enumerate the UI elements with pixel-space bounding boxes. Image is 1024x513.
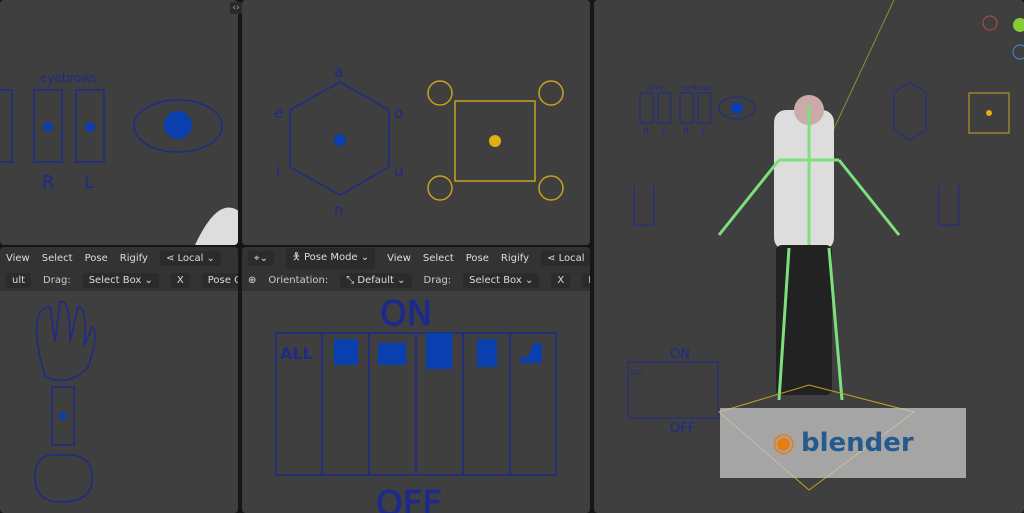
svg-text:e: e — [274, 104, 283, 122]
hand-controls-drawing — [34, 300, 96, 503]
svg-text:blink: blink — [647, 84, 665, 92]
mode-dropdown[interactable]: 🯅 Pose Mode ⌄ — [286, 247, 376, 269]
svg-text:a: a — [334, 63, 343, 81]
viewport-top-middle[interactable]: a e o i u n — [242, 0, 590, 245]
svg-text:R: R — [643, 127, 649, 137]
menu-view[interactable]: View — [387, 253, 411, 264]
mouth-controls-drawing: a e o i u n — [274, 63, 564, 219]
editor-type-button[interactable]: ⌖⌄ — [248, 250, 275, 266]
eyebrows-label: eyebrows — [40, 71, 98, 85]
svg-text:o: o — [394, 104, 403, 122]
l-label: L — [84, 172, 94, 193]
svg-text:OFF: OFF — [670, 421, 695, 436]
all-label: ALL — [280, 344, 313, 363]
viewport-bottom-middle[interactable]: ON ALL OFF ⌖⌄ 🯅 Pose Mode ⌄ View Select … — [242, 247, 590, 513]
svg-text:i: i — [276, 162, 280, 180]
menu-rigify[interactable]: Rigify — [501, 253, 529, 264]
collapse-arrow-icon[interactable]: ‹› — [230, 2, 242, 14]
drag-label: Drag: — [423, 274, 452, 286]
on-label: ON — [380, 294, 432, 334]
svg-text:L: L — [661, 127, 666, 137]
svg-text:eyebrow: eyebrow — [682, 84, 712, 92]
x-mirror-toggle[interactable]: X — [551, 272, 571, 288]
viewport-bottom-left[interactable]: View Select Pose Rigify ⋖ Local ⌄ ult Dr… — [0, 247, 238, 513]
viewport-3d[interactable]: blink eyebrow R L R L ON ALL OFF ◉ blender — [594, 0, 1024, 513]
header-bar: ⌖⌄ 🯅 Pose Mode ⌄ View Select Pose Rigify… — [242, 247, 590, 269]
transform-icon[interactable]: ⊕ — [248, 275, 256, 286]
off-label: OFF — [376, 484, 442, 513]
orientation-label: Orientation: — [268, 274, 329, 286]
svg-text:ALL: ALL — [630, 369, 643, 377]
svg-text:n: n — [334, 201, 344, 219]
svg-text:u: u — [394, 162, 404, 180]
viewport-top-left[interactable]: eyebrows R L — [0, 0, 238, 245]
blender-logo: ◉ blender — [720, 408, 966, 478]
menu-pose[interactable]: Pose — [466, 253, 489, 264]
drag-dropdown[interactable]: Select Box ⌄ — [463, 272, 540, 288]
face-controls-drawing: eyebrows R L — [0, 71, 238, 245]
pose-options-button[interactable]: Po — [582, 272, 590, 288]
orientation-dropdown[interactable]: ⤡ Default ⌄ — [340, 272, 412, 288]
menu-select[interactable]: Select — [423, 253, 454, 264]
svg-text:L: L — [701, 127, 706, 137]
svg-text:ON: ON — [670, 347, 690, 362]
pivot-dropdown[interactable]: ⋖ Local — [541, 250, 590, 266]
svg-text:R: R — [683, 127, 689, 137]
r-label: R — [42, 172, 55, 193]
tool-settings-bar: ⊕ Orientation: ⤡ Default ⌄ Drag: Select … — [242, 269, 590, 291]
